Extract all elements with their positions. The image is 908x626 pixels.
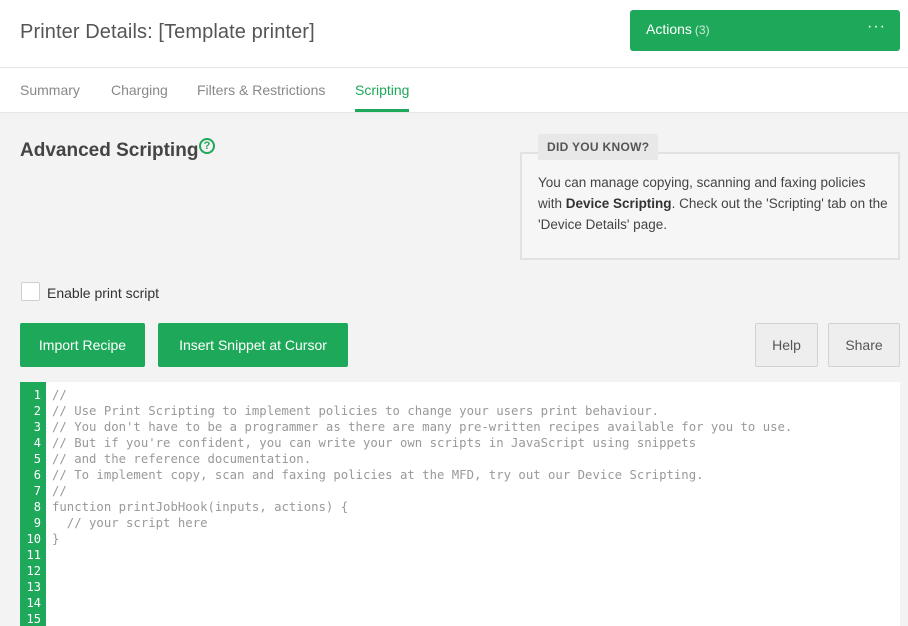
code-line[interactable]: // But if you're confident, you can writ…	[52, 435, 696, 451]
tab-bar: Summary Charging Filters & Restrictions …	[0, 68, 908, 113]
page-header: Printer Details: [Template printer] Acti…	[0, 0, 908, 68]
import-recipe-button[interactable]: Import Recipe	[20, 323, 145, 367]
line-number: 6	[33, 468, 41, 482]
question-circle-icon[interactable]: ?	[199, 138, 215, 154]
tab-scripting[interactable]: Scripting	[355, 82, 410, 112]
tab-charging[interactable]: Charging	[111, 82, 168, 98]
line-number: 14	[26, 596, 41, 610]
line-number: 4	[33, 436, 41, 450]
tab-summary[interactable]: Summary	[20, 82, 80, 98]
script-editor[interactable]: 1 2 3 4 5 6 7 8 9 10 11 12 13 14 15 // /…	[20, 382, 900, 626]
page-title: Printer Details: [Template printer]	[20, 21, 315, 43]
line-number: 3	[33, 420, 41, 434]
help-button[interactable]: Help	[755, 323, 818, 367]
actions-button[interactable]: Actions (3) ···	[630, 10, 900, 51]
section-title: Advanced Scripting	[20, 140, 199, 161]
tab-filters-restrictions[interactable]: Filters & Restrictions	[197, 82, 325, 98]
actions-label: Actions	[646, 21, 692, 37]
code-line[interactable]: // Use Print Scripting to implement poli…	[52, 403, 659, 419]
line-number: 15	[26, 612, 41, 626]
line-number: 10	[26, 532, 41, 546]
enable-print-script-label[interactable]: Enable print script	[47, 285, 159, 301]
device-scripting-text: Device Scripting	[565, 196, 672, 211]
line-number: 8	[33, 500, 41, 514]
code-line[interactable]: //	[52, 483, 67, 499]
line-number: 2	[33, 404, 41, 418]
line-number: 11	[26, 548, 41, 562]
line-number: 1	[33, 388, 41, 402]
code-line[interactable]: // To implement copy, scan and faxing po…	[52, 467, 704, 483]
code-line[interactable]: // and the reference documentation.	[52, 451, 311, 467]
line-number: 9	[33, 516, 41, 530]
code-line[interactable]: }	[52, 531, 59, 547]
enable-print-script-checkbox[interactable]	[21, 282, 40, 301]
did-you-know-text: You can manage copying, scanning and fax…	[538, 172, 890, 235]
line-number: 7	[33, 484, 41, 498]
code-line[interactable]: // You don't have to be a programmer as …	[52, 419, 792, 435]
code-line[interactable]: //	[52, 387, 67, 403]
ellipsis-icon[interactable]: ···	[867, 19, 886, 35]
line-number: 5	[33, 452, 41, 466]
insert-snippet-button[interactable]: Insert Snippet at Cursor	[158, 323, 348, 367]
share-button[interactable]: Share	[828, 323, 900, 367]
line-number: 13	[26, 580, 41, 594]
actions-count: (3)	[694, 23, 710, 37]
line-number-gutter: 1 2 3 4 5 6 7 8 9 10 11 12 13 14 15	[20, 382, 46, 626]
did-you-know-heading: DID YOU KNOW?	[538, 134, 659, 160]
code-line[interactable]: // your script here	[52, 515, 208, 531]
line-number: 12	[26, 564, 41, 578]
code-line[interactable]: function printJobHook(inputs, actions) {	[52, 499, 348, 515]
